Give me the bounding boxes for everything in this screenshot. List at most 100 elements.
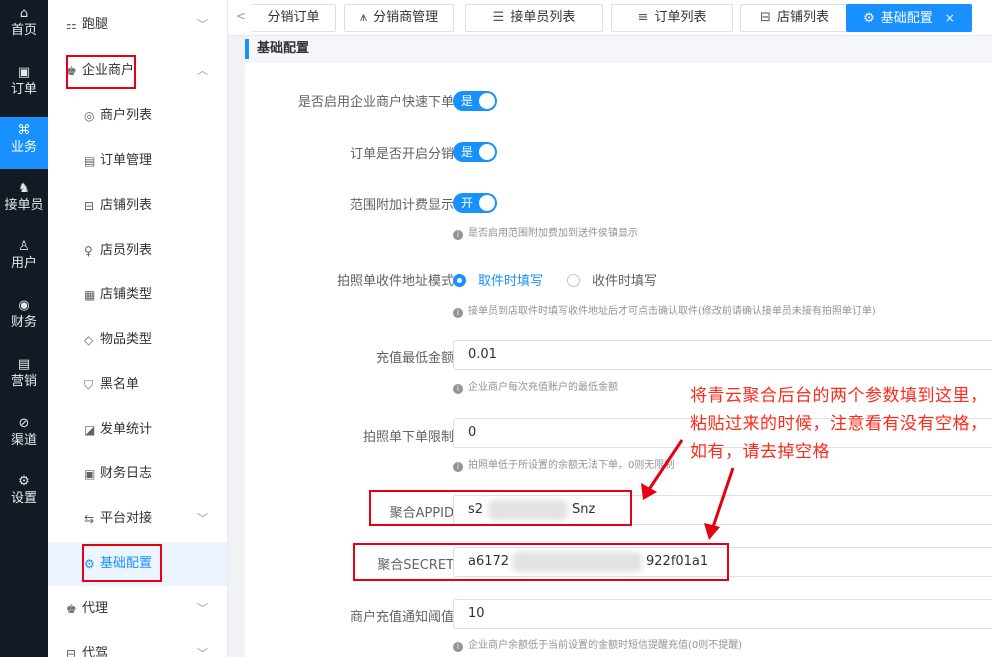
sidebar-item-label: 商户列表 bbox=[100, 108, 153, 123]
switch-knob bbox=[479, 144, 495, 160]
range-fee-switch[interactable]: 开 bbox=[453, 193, 497, 213]
photo-limit-label: 拍照单下单限制 bbox=[362, 430, 454, 445]
sidebar-item-finance-log[interactable]: ▣ 财务日志 bbox=[48, 452, 227, 496]
notify-threshold-label: 商户充值通知阈值 bbox=[349, 610, 454, 625]
sidebar-item-stats[interactable]: ◪ 发单统计 bbox=[48, 408, 227, 452]
section-title: 基础配置 bbox=[245, 36, 992, 62]
highlight-base-config-menu bbox=[82, 544, 162, 582]
range-fee-help: i 是否启用范围附加费加到送件侯镇显示 bbox=[453, 224, 638, 240]
quick-order-label: 是否启用企业商户快速下单 bbox=[297, 95, 454, 110]
sidebar-item-shop-type[interactable]: ▦ 店铺类型 bbox=[48, 273, 227, 317]
info-icon: i bbox=[453, 384, 463, 394]
quick-order-switch[interactable]: 是 bbox=[453, 91, 497, 111]
info-icon: i bbox=[453, 462, 463, 472]
input-value: 10 bbox=[468, 606, 485, 621]
nav-settings[interactable]: ⚙ 设置 bbox=[0, 468, 48, 520]
nav-users[interactable]: ♙ 用户 bbox=[0, 233, 48, 285]
distribution-switch[interactable]: 是 bbox=[453, 142, 497, 162]
sidebar-item-label: 店铺类型 bbox=[100, 287, 153, 302]
nav-marketing[interactable]: ▤ 营销 bbox=[0, 351, 48, 403]
errand-icon: ⚏ bbox=[66, 18, 77, 32]
help-text: 是否启用范围附加费加到送件侯镇显示 bbox=[468, 228, 638, 239]
highlight-enterprise-menu bbox=[66, 55, 136, 89]
radio-pickup-fill[interactable]: 取件时填写 bbox=[453, 270, 543, 289]
sidebar-item-label: 跑腿 bbox=[82, 17, 109, 32]
tab-shop-list[interactable]: ⊟ 店铺列表 bbox=[740, 4, 849, 32]
nav-business[interactable]: ⌘ 业务 bbox=[0, 117, 48, 169]
nav-courier[interactable]: ♞ 接单员 bbox=[0, 175, 48, 227]
finance-icon: ◉ bbox=[18, 298, 30, 313]
gear-icon: ⚙ bbox=[863, 11, 875, 26]
nav-courier-label: 接单员 bbox=[4, 198, 44, 213]
business-icon: ⌘ bbox=[17, 123, 31, 138]
shop-icon: ⊟ bbox=[760, 10, 771, 25]
min-recharge-input[interactable]: 0.01 bbox=[453, 340, 992, 370]
highlight-secret-field bbox=[353, 543, 729, 581]
menu-icon: ≡ bbox=[637, 10, 649, 25]
shop-icon: ⊟ bbox=[84, 199, 95, 213]
sidebar-item-order-manage[interactable]: ▤ 订单管理 bbox=[48, 139, 227, 183]
radio-label: 收件时填写 bbox=[592, 274, 658, 289]
sidebar-item-label: 发单统计 bbox=[100, 422, 153, 437]
radio-label: 取件时填写 bbox=[478, 274, 544, 289]
tab-order-list[interactable]: ≡ 订单列表 bbox=[611, 4, 733, 32]
nav-home[interactable]: ⌂ 首页 bbox=[0, 0, 48, 52]
sidebar-item-platform[interactable]: ⇆ 平台对接 ﹀ bbox=[48, 497, 227, 541]
tab-label: 分销订单 bbox=[267, 10, 320, 25]
sidebar-item-label: 物品类型 bbox=[100, 332, 153, 347]
sidebar-item-label: 店铺列表 bbox=[100, 198, 153, 213]
tab-distribution-orders[interactable]: 分销订单 bbox=[252, 4, 336, 32]
sidebar-item-agent2[interactable]: ⊟ 代驾 ﹀ bbox=[48, 632, 227, 657]
nav-finance[interactable]: ◉ 财务 bbox=[0, 292, 48, 344]
nav-orders[interactable]: ▣ 订单 bbox=[0, 59, 48, 111]
nav-channels[interactable]: ⊘ 渠道 bbox=[0, 410, 48, 462]
sidebar-item-errand[interactable]: ⚏ 跑腿 ﹀ bbox=[48, 3, 227, 47]
settings-icon: ⚙ bbox=[18, 474, 30, 489]
help-text: 接单员到店取件时填写收件地址后才可点击确认取件(修改前请确认接单员未接有拍照单订… bbox=[468, 306, 876, 317]
switch-knob bbox=[479, 195, 495, 211]
min-recharge-label: 充值最低金额 bbox=[375, 351, 454, 366]
nav-channels-label: 渠道 bbox=[10, 433, 37, 448]
radio-receive-fill[interactable]: 收件时填写 bbox=[567, 270, 657, 289]
log-icon: ▣ bbox=[84, 467, 96, 481]
address-mode-label: 拍照单收件地址模式 bbox=[336, 274, 454, 289]
close-icon[interactable]: × bbox=[945, 11, 955, 25]
sidebar-item-label: 黑名单 bbox=[100, 377, 140, 392]
sidebar-item-label: 代理 bbox=[82, 601, 109, 616]
address-mode-help: i 接单员到店取件时填写收件地址后才可点击确认取件(修改前请确认接单员未接有拍照单… bbox=[453, 302, 876, 318]
switch-text: 开 bbox=[461, 196, 474, 210]
tab-distributor-manage[interactable]: ⩚ 分销商管理 bbox=[344, 4, 454, 32]
nav-business-label: 业务 bbox=[10, 140, 37, 155]
sidebar-item-label: 店员列表 bbox=[100, 243, 153, 258]
sidebar-item-merchant-list[interactable]: ◎ 商户列表 bbox=[48, 94, 227, 138]
tab-scroll-left-icon[interactable]: < bbox=[236, 9, 246, 23]
user-icon: ♙ bbox=[18, 239, 30, 254]
order-icon: ▣ bbox=[17, 65, 31, 80]
notify-threshold-input[interactable]: 10 bbox=[453, 599, 992, 629]
tab-base-config[interactable]: ⚙ 基础配置 × bbox=[846, 4, 972, 32]
switch-knob bbox=[479, 93, 495, 109]
nav-orders-label: 订单 bbox=[10, 82, 37, 97]
tab-courier-list[interactable]: ☰ 接单员列表 bbox=[465, 4, 603, 32]
sidebar-item-blacklist[interactable]: ⛉ 黑名单 bbox=[48, 363, 227, 407]
tab-label: 订单列表 bbox=[654, 10, 707, 25]
sidebar-item-label: 财务日志 bbox=[100, 466, 153, 481]
info-icon: i bbox=[453, 308, 463, 318]
nav-settings-label: 设置 bbox=[10, 491, 37, 506]
shop-type-icon: ▦ bbox=[84, 288, 96, 302]
main-nav-rail: ⌂ 首页 ▣ 订单 ⌘ 业务 ♞ 接单员 ♙ 用户 ◉ 财务 ▤ 营销 ⊘ 渠道… bbox=[0, 0, 48, 657]
info-icon: i bbox=[453, 642, 463, 652]
range-fee-label: 范围附加计费显示 bbox=[349, 198, 454, 213]
sidebar-item-label: 代驾 bbox=[82, 646, 109, 657]
tab-bar: < 分销订单 ⩚ 分销商管理 ☰ 接单员列表 ≡ 订单列表 ⊟ 店铺列表 ⚙ 基础配置 × bbox=[228, 0, 992, 36]
sidebar-item-shop-list[interactable]: ⊟ 店铺列表 bbox=[48, 184, 227, 228]
sidebar-item-clerk-list[interactable]: ♀ 店员列表 bbox=[48, 229, 227, 273]
input-value: 0.01 bbox=[468, 347, 497, 362]
nav-finance-label: 财务 bbox=[10, 315, 37, 330]
sidebar-item-agent[interactable]: ♚ 代理 ﹀ bbox=[48, 587, 227, 631]
help-text: 拍照单低于所设置的余额无法下单，0则无限制 bbox=[468, 460, 675, 471]
tag-icon: ◇ bbox=[84, 333, 94, 347]
sidebar-item-goods-type[interactable]: ◇ 物品类型 bbox=[48, 318, 227, 362]
tab-label: 基础配置 bbox=[880, 11, 933, 26]
order-list-icon: ▤ bbox=[84, 154, 96, 168]
